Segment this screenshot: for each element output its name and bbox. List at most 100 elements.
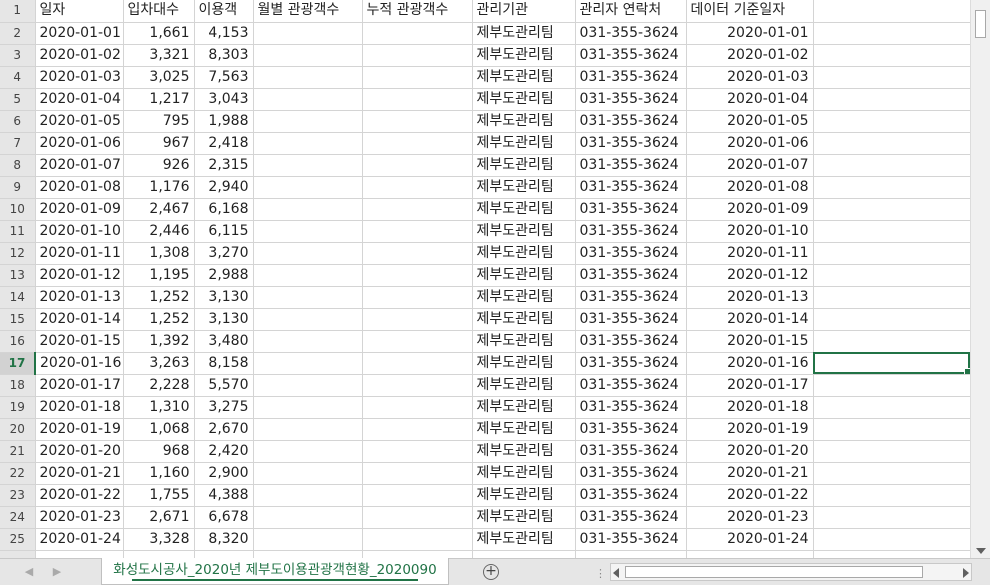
table-cell[interactable]: 2020-01-04	[35, 88, 124, 111]
table-cell[interactable]	[253, 132, 363, 155]
table-cell[interactable]	[253, 418, 363, 441]
horizontal-scroll-thumb[interactable]	[625, 566, 923, 578]
table-cell[interactable]	[253, 176, 363, 199]
table-cell[interactable]: 2,940	[194, 176, 254, 199]
table-cell[interactable]: 1,160	[123, 462, 195, 485]
table-cell[interactable]: 2020-01-14	[35, 308, 124, 331]
table-cell[interactable]: 031-355-3624	[575, 242, 687, 265]
table-cell[interactable]: 3,025	[123, 66, 195, 89]
table-cell[interactable]: 제부도관리팀	[472, 418, 576, 441]
table-cell[interactable]: 2,418	[194, 132, 254, 155]
table-cell[interactable]: 8,320	[194, 528, 254, 551]
sheet-tab-active[interactable]: 화성도시공사_2020년 제부도이용관광객현황_2020090	[101, 558, 449, 585]
table-cell[interactable]: 2020-01-16	[686, 352, 814, 375]
table-cell[interactable]	[813, 22, 970, 45]
table-cell[interactable]: 926	[123, 154, 195, 177]
table-cell[interactable]: 2020-01-18	[686, 396, 814, 419]
table-cell[interactable]: 제부도관리팀	[472, 44, 576, 67]
table-cell[interactable]: 031-355-3624	[575, 352, 687, 375]
table-cell[interactable]: 2020-01-15	[35, 330, 124, 353]
table-cell[interactable]: 2,670	[194, 418, 254, 441]
table-cell[interactable]	[253, 352, 363, 375]
table-cell[interactable]: 2020-01-23	[35, 506, 124, 529]
table-cell[interactable]: 2020-01-17	[35, 374, 124, 397]
table-cell[interactable]: 2020-01-19	[686, 418, 814, 441]
row-header[interactable]: 3	[0, 44, 36, 67]
table-cell[interactable]: 031-355-3624	[575, 132, 687, 155]
table-cell[interactable]: 031-355-3624	[575, 110, 687, 133]
table-cell[interactable]: 2020-01-24	[35, 528, 124, 551]
table-cell[interactable]	[813, 44, 970, 67]
table-cell[interactable]: 031-355-3624	[575, 418, 687, 441]
table-cell[interactable]: 031-355-3624	[575, 22, 687, 45]
table-cell[interactable]	[362, 220, 473, 243]
table-cell[interactable]: 031-355-3624	[575, 330, 687, 353]
table-cell[interactable]	[813, 418, 970, 441]
table-cell[interactable]: 8,158	[194, 352, 254, 375]
table-cell[interactable]: 2020-01-21	[686, 462, 814, 485]
table-cell[interactable]: 제부도관리팀	[472, 330, 576, 353]
table-cell[interactable]: 1,195	[123, 264, 195, 287]
table-cell[interactable]: 2020-01-02	[686, 44, 814, 67]
table-cell[interactable]	[813, 528, 970, 551]
table-cell[interactable]: 1,988	[194, 110, 254, 133]
table-cell[interactable]: 5,570	[194, 374, 254, 397]
column-header-cell[interactable]: 이용객	[194, 0, 254, 23]
row-header[interactable]: 14	[0, 286, 36, 309]
triangle-right-icon[interactable]: ▶	[50, 565, 64, 579]
table-cell[interactable]	[813, 374, 970, 397]
table-cell[interactable]	[253, 110, 363, 133]
table-cell[interactable]	[813, 506, 970, 529]
table-cell[interactable]	[813, 396, 970, 419]
table-cell[interactable]: 제부도관리팀	[472, 110, 576, 133]
table-cell[interactable]: 3,321	[123, 44, 195, 67]
table-cell[interactable]: 제부도관리팀	[472, 396, 576, 419]
table-cell[interactable]: 2020-01-13	[35, 286, 124, 309]
table-cell[interactable]: 제부도관리팀	[472, 66, 576, 89]
table-cell[interactable]	[362, 110, 473, 133]
table-cell[interactable]	[253, 22, 363, 45]
table-cell[interactable]	[362, 198, 473, 221]
table-cell[interactable]: 2020-01-12	[686, 264, 814, 287]
table-cell[interactable]: 제부도관리팀	[472, 528, 576, 551]
table-cell[interactable]: 3,043	[194, 88, 254, 111]
table-cell[interactable]: 2020-01-07	[686, 154, 814, 177]
table-cell[interactable]: 2020-01-16	[35, 352, 124, 375]
table-cell[interactable]: 2020-01-22	[35, 484, 124, 507]
table-cell[interactable]	[362, 440, 473, 463]
row-header[interactable]: 13	[0, 264, 36, 287]
table-cell[interactable]: 031-355-3624	[575, 264, 687, 287]
row-header[interactable]: 15	[0, 308, 36, 331]
table-cell[interactable]: 2020-01-05	[35, 110, 124, 133]
table-cell[interactable]: 2020-01-01	[686, 22, 814, 45]
table-cell[interactable]: 제부도관리팀	[472, 374, 576, 397]
table-cell[interactable]	[253, 198, 363, 221]
table-cell[interactable]: 2,315	[194, 154, 254, 177]
table-cell[interactable]: 제부도관리팀	[472, 352, 576, 375]
table-cell[interactable]: 6,678	[194, 506, 254, 529]
table-cell[interactable]: 2020-01-21	[35, 462, 124, 485]
table-cell[interactable]: 2020-01-06	[35, 132, 124, 155]
row-header[interactable]: 1	[0, 0, 36, 23]
table-cell[interactable]: 2020-01-20	[686, 440, 814, 463]
row-header[interactable]: 16	[0, 330, 36, 353]
table-cell[interactable]	[362, 286, 473, 309]
table-cell[interactable]: 3,270	[194, 242, 254, 265]
table-cell[interactable]: 031-355-3624	[575, 176, 687, 199]
table-cell[interactable]: 2020-01-12	[35, 264, 124, 287]
table-cell[interactable]: 1,176	[123, 176, 195, 199]
row-header[interactable]: 22	[0, 462, 36, 485]
row-header[interactable]: 4	[0, 66, 36, 89]
add-sheet-button[interactable]: +	[483, 564, 499, 580]
tab-split-handle[interactable]: ⋮	[595, 567, 606, 580]
table-cell[interactable]: 제부도관리팀	[472, 242, 576, 265]
table-cell[interactable]	[253, 286, 363, 309]
table-cell[interactable]	[686, 550, 814, 558]
table-cell[interactable]	[253, 264, 363, 287]
table-cell[interactable]	[813, 220, 970, 243]
table-cell[interactable]: 제부도관리팀	[472, 220, 576, 243]
column-header-cell[interactable]: 관리자 연락처	[575, 0, 687, 23]
column-header-cell[interactable]: 일자	[35, 0, 124, 23]
table-cell[interactable]: 2,900	[194, 462, 254, 485]
table-cell[interactable]: 1,755	[123, 484, 195, 507]
